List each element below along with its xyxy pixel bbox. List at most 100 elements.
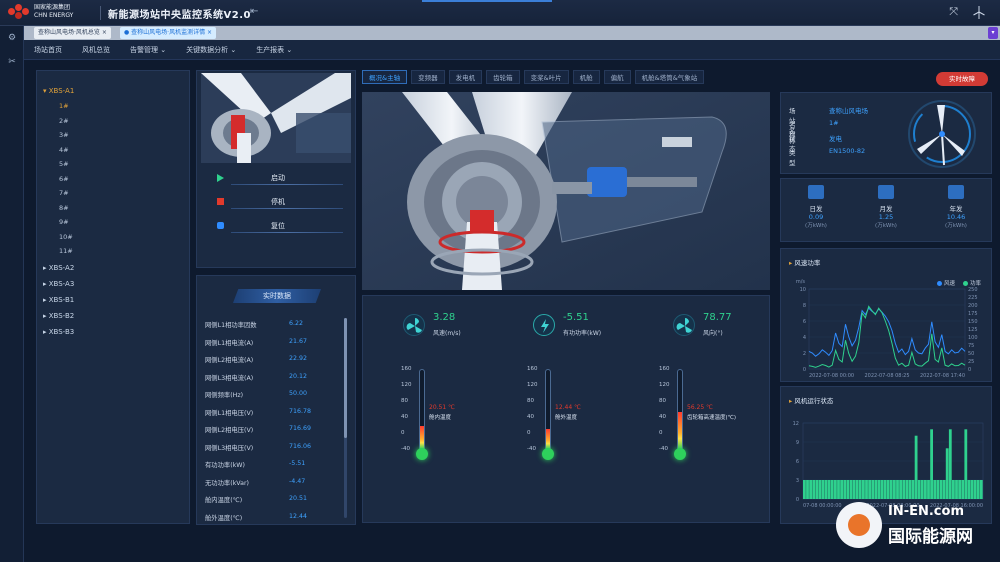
tree-unit-11[interactable]: 11# [59,247,73,255]
realtime-key: 网侧L2相电压(V) [205,427,254,434]
tab-turbine-overview[interactable]: 查称山风电场·风机总览 × [34,27,111,39]
status-bar [834,480,837,499]
status-bar [818,480,822,499]
gear-icon[interactable]: ⚙ [0,26,24,50]
wind-turbine-icon[interactable] [972,5,986,22]
start-button[interactable]: 启动 [211,171,343,185]
status-bar [939,480,943,499]
realtime-value: 12.44 [289,512,308,520]
nav-station-home[interactable]: 场站首页 [34,45,62,55]
fan-icon [403,314,425,336]
in-en-logo-icon [836,502,882,548]
subtab-yaw[interactable]: 偏航 [603,70,631,84]
fullscreen-icon[interactable]: ⤧ [949,5,958,22]
y-axis-label: m/s [796,279,806,285]
monthly-generation: 月发 1.25 (万kWh) [861,185,911,229]
y-tick-label: 8 [803,303,806,309]
tab-dropdown-icon[interactable]: ▾ [988,27,998,39]
status-bar [874,480,878,499]
tree-unit-10[interactable]: 10# [59,233,73,241]
nav-production-report[interactable]: 生产报表 ⌄ [256,45,292,55]
thermo-tick: 120 [659,382,670,388]
system-title: 新能源场站中央监控系统V2.0 [108,10,251,21]
tree-group-xbs-a1[interactable]: ▾ XBS-A1 [43,87,74,95]
status-bar [970,480,974,499]
wind-power-chart-panel: 风速功率 风速 功率 m/s02468100255075100125150175… [780,248,992,382]
x-tick-label: 2022-07-08 08:25 [864,373,909,379]
realtime-scrollbar[interactable] [344,318,347,518]
stop-button[interactable]: 停机 [211,195,343,209]
watermark: IN-EN.com 国际能源网 [836,498,996,558]
tree-group-xbs-a2[interactable]: ▸ XBS-A2 [43,264,74,272]
subtab-generator[interactable]: 发电机 [448,70,483,84]
watermark-line2: 国际能源网 [888,527,973,547]
y2-tick-label: 175 [968,311,978,317]
realtime-value: 20.12 [289,372,308,380]
tools-icon[interactable]: ✂ [0,50,24,74]
realtime-key: 网侧L1相电流(A) [205,339,254,347]
turbine-thumbnail[interactable] [201,73,351,163]
tree-group-xbs-b3[interactable]: ▸ XBS-B3 [43,328,74,336]
subtab-overview-main-shaft[interactable]: 概况&主轴 [362,70,408,84]
status-bar [973,480,977,499]
thermo-tick: 80 [527,398,534,404]
status-bar [952,480,955,499]
tree-unit-4[interactable]: 4# [59,146,69,154]
status-bar [908,480,912,499]
tree-group-xbs-b2[interactable]: ▸ XBS-B2 [43,312,74,320]
header-divider [100,6,101,20]
tree-unit-9[interactable]: 9# [59,218,69,226]
status-bar [955,480,958,499]
live-fault-button[interactable]: 实时故障 [936,72,988,86]
thermo-tick: 160 [527,366,538,372]
generation-icon [808,185,824,199]
status-bar [871,480,875,499]
daily-generation: 日发 0.09 (万kWh) [791,185,841,229]
tree-unit-2[interactable]: 2# [59,117,69,125]
status-bar [806,480,809,499]
tree-group-xbs-b1[interactable]: ▸ XBS-B1 [43,296,74,304]
y2-tick-label: 125 [968,327,978,333]
nav-alarm-management[interactable]: 告警管理 ⌄ [130,45,166,55]
tree-group-xbs-a3[interactable]: ▸ XBS-A3 [43,280,74,288]
energy-panel: 日发 0.09 (万kWh) 月发 1.25 (万kWh) 年发 10.46 (万kWh) [780,178,992,242]
chn-energy-logo-icon [8,4,30,20]
thermo-tick: 160 [659,366,670,372]
thermo-tick: 160 [401,366,412,372]
nav-turbine-overview[interactable]: 风机总览 [82,45,110,55]
wind-power-chart[interactable]: m/s0246810025507510012515017520022525020… [781,249,993,383]
subtab-nacelle-tower-weather[interactable]: 机舱&塔筒&气象站 [634,70,705,84]
tree-unit-3[interactable]: 3# [59,131,69,139]
menu-collapse-icon[interactable]: ⇤ [250,6,258,17]
tab-turbine-detail[interactable]: ● 查称山风电场·风机监测详情 × [120,27,217,39]
thermo-tick: -40 [527,446,536,452]
realtime-row: 网侧L3相电压(V) 716.06 [205,443,335,455]
tree-unit-5[interactable]: 5# [59,160,69,168]
subtab-converter[interactable]: 变频器 [411,70,445,84]
y2-tick-label: 0 [968,367,971,373]
tree-unit-7[interactable]: 7# [59,189,69,197]
status-bar [880,480,884,499]
subtab-pitch-blade[interactable]: 变桨&叶片 [523,70,569,84]
active-power-metric: -5.51 有功功率(kW) [533,310,633,340]
y-tick-label: 0 [803,367,806,373]
realtime-row: 舱外温度(℃) 12.44 [205,513,335,525]
status-bar [920,480,924,499]
gauges-panel: 3.28 风速(m/s) -5.51 有功功率(kW) 78.77 风向(°) … [362,295,770,523]
realtime-row: 网侧L1相电压(V) 716.78 [205,408,335,420]
realtime-key: 舱内温度(℃) [205,497,243,504]
reset-button[interactable]: 复位 [211,219,343,233]
y2-tick-label: 200 [968,303,978,309]
plot-area [808,288,966,370]
nav-key-data-analysis[interactable]: 关键数据分析 ⌄ [186,45,236,55]
y2-tick-label: 75 [968,343,974,349]
thermo-tick: 0 [527,430,531,436]
turbine-graphic-icon [907,99,977,171]
turbine-3d-view[interactable] [362,92,770,290]
subtab-nacelle[interactable]: 机舱 [572,70,600,84]
status-bar [964,429,968,499]
tree-unit-1[interactable]: 1# [59,102,69,110]
subtab-gearbox[interactable]: 齿轮箱 [486,70,520,84]
tree-unit-6[interactable]: 6# [59,175,69,183]
tree-unit-8[interactable]: 8# [59,204,69,212]
